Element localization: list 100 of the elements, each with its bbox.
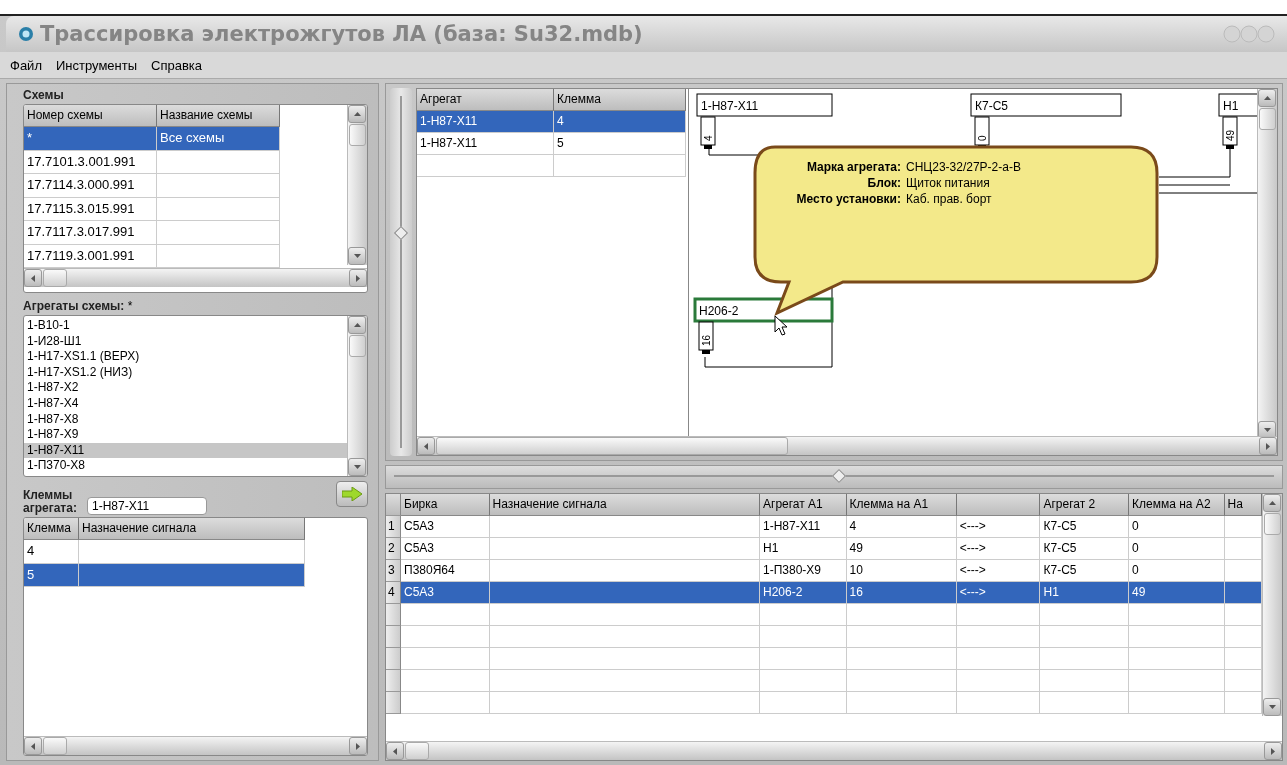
table-cell[interactable]: 17.7119.3.001.991 xyxy=(24,244,157,268)
list-item[interactable]: 1-П370-Х8 xyxy=(24,458,347,474)
table-cell[interactable] xyxy=(1224,670,1262,692)
scroll-up-button[interactable] xyxy=(348,316,366,334)
table-cell[interactable]: 16 xyxy=(846,582,957,604)
table-cell[interactable] xyxy=(401,648,490,670)
table-cell[interactable] xyxy=(760,670,847,692)
window-buttons-icon[interactable] xyxy=(1223,24,1275,44)
table-cell[interactable] xyxy=(1224,560,1262,582)
table-cell[interactable]: С5А3 xyxy=(401,538,490,560)
table-cell[interactable]: 0 xyxy=(1129,538,1225,560)
row-header[interactable] xyxy=(386,670,401,692)
column-header[interactable]: Номер схемы xyxy=(24,105,157,127)
table-cell[interactable]: 0 xyxy=(1129,516,1225,538)
unit-box[interactable] xyxy=(693,297,834,323)
table-cell[interactable]: 17.7117.3.017.991 xyxy=(24,221,157,245)
table-cell[interactable] xyxy=(1224,626,1262,648)
table-cell[interactable] xyxy=(1129,670,1225,692)
vertical-scrollbar[interactable] xyxy=(347,316,367,476)
scroll-down-button[interactable] xyxy=(1263,698,1281,716)
vertical-scrollbar[interactable] xyxy=(1262,494,1282,716)
table-cell[interactable] xyxy=(157,221,280,245)
column-header[interactable]: Клемма xyxy=(554,89,686,111)
table-cell[interactable] xyxy=(401,692,490,714)
table-cell[interactable]: <---> xyxy=(956,538,1041,560)
row-header[interactable] xyxy=(386,692,401,714)
column-header[interactable]: Название схемы xyxy=(157,105,280,127)
table-cell[interactable] xyxy=(157,174,280,198)
table-cell[interactable]: 49 xyxy=(1129,582,1225,604)
unit-box[interactable] xyxy=(1218,93,1257,117)
table-cell[interactable] xyxy=(157,197,280,221)
table-cell[interactable]: 1-Н87-Х11 xyxy=(417,133,554,155)
table-cell[interactable] xyxy=(489,692,760,714)
table-cell[interactable] xyxy=(1129,692,1225,714)
table-cell[interactable] xyxy=(401,626,490,648)
unit-box[interactable] xyxy=(696,93,833,117)
table-cell[interactable] xyxy=(846,692,957,714)
table-cell[interactable] xyxy=(489,560,760,582)
table-cell[interactable]: <---> xyxy=(956,560,1041,582)
table-cell[interactable]: 1-Н87-Х11 xyxy=(417,111,554,133)
column-header[interactable]: Клемма xyxy=(24,518,79,540)
list-item[interactable]: 1-Н87-Х9 xyxy=(24,427,347,443)
table-cell[interactable] xyxy=(157,150,280,174)
table-cell[interactable] xyxy=(489,516,760,538)
table-cell[interactable]: 1-Н87-Х11 xyxy=(760,516,847,538)
table-cell[interactable] xyxy=(1040,648,1130,670)
table-cell[interactable] xyxy=(956,604,1041,626)
row-header[interactable] xyxy=(386,604,401,626)
table-cell[interactable] xyxy=(489,648,760,670)
table-cell[interactable]: <---> xyxy=(956,582,1041,604)
scroll-thumb[interactable] xyxy=(1264,513,1281,535)
table-cell[interactable]: 5 xyxy=(24,563,79,587)
table-cell[interactable] xyxy=(489,626,760,648)
column-header[interactable]: Назначение сигнала xyxy=(489,494,760,516)
table-cell[interactable] xyxy=(1224,582,1262,604)
horizontal-splitter[interactable] xyxy=(385,465,1283,489)
scroll-up-button[interactable] xyxy=(1258,89,1276,107)
vertical-scrollbar[interactable] xyxy=(347,105,367,265)
list-item[interactable]: 1-Н17-XS1.1 (ВЕРХ) xyxy=(24,349,347,365)
table-cell[interactable] xyxy=(1224,692,1262,714)
row-number[interactable]: 3 xyxy=(386,560,401,582)
scroll-thumb[interactable] xyxy=(1259,108,1276,130)
horizontal-scrollbar[interactable] xyxy=(417,436,1277,455)
go-button[interactable] xyxy=(336,481,368,507)
table-cell[interactable]: * xyxy=(24,127,157,151)
list-item[interactable]: 1-Н17-XS1.2 (НИЗ) xyxy=(24,364,347,381)
list-item[interactable]: 1-Н87-Х4 xyxy=(24,395,347,412)
table-cell[interactable] xyxy=(956,648,1041,670)
table-cell[interactable]: К7-С5 xyxy=(1040,516,1130,538)
scroll-left-button[interactable] xyxy=(417,437,435,455)
row-header[interactable] xyxy=(386,626,401,648)
column-header[interactable] xyxy=(956,494,1041,516)
table-cell[interactable] xyxy=(1224,648,1262,670)
table-cell[interactable]: 5 xyxy=(554,133,686,155)
scroll-left-button[interactable] xyxy=(24,737,42,755)
table-cell[interactable]: Н1 xyxy=(760,538,847,560)
scroll-left-button[interactable] xyxy=(24,269,42,287)
column-header[interactable]: Назначение сигнала xyxy=(79,518,305,540)
scroll-thumb[interactable] xyxy=(349,335,366,357)
table-cell[interactable]: К7-С5 xyxy=(1040,538,1130,560)
table-cell[interactable] xyxy=(760,626,847,648)
list-item[interactable]: 1-Н87-Х11 xyxy=(24,442,347,459)
table-cell[interactable] xyxy=(489,670,760,692)
column-header[interactable]: Клемма на А1 xyxy=(846,494,957,516)
table-cell[interactable] xyxy=(157,244,280,268)
scroll-thumb[interactable] xyxy=(43,737,67,755)
table-cell[interactable] xyxy=(760,604,847,626)
table-cell[interactable]: К7-С5 xyxy=(1040,560,1130,582)
table-cell[interactable] xyxy=(1129,604,1225,626)
menu-item[interactable]: Файл xyxy=(10,57,42,73)
scroll-down-button[interactable] xyxy=(348,247,366,265)
row-number[interactable]: 2 xyxy=(386,538,401,560)
table-cell[interactable] xyxy=(846,648,957,670)
aggregate-field[interactable]: 1-Н87-Х11 xyxy=(87,497,207,515)
table-cell[interactable] xyxy=(956,670,1041,692)
table-cell[interactable]: 4 xyxy=(24,540,79,564)
list-item[interactable]: 1-И28-Ш1 xyxy=(24,333,347,350)
menu-item[interactable]: Справка xyxy=(151,57,203,73)
scroll-thumb[interactable] xyxy=(405,742,429,760)
scroll-down-button[interactable] xyxy=(1258,421,1276,439)
